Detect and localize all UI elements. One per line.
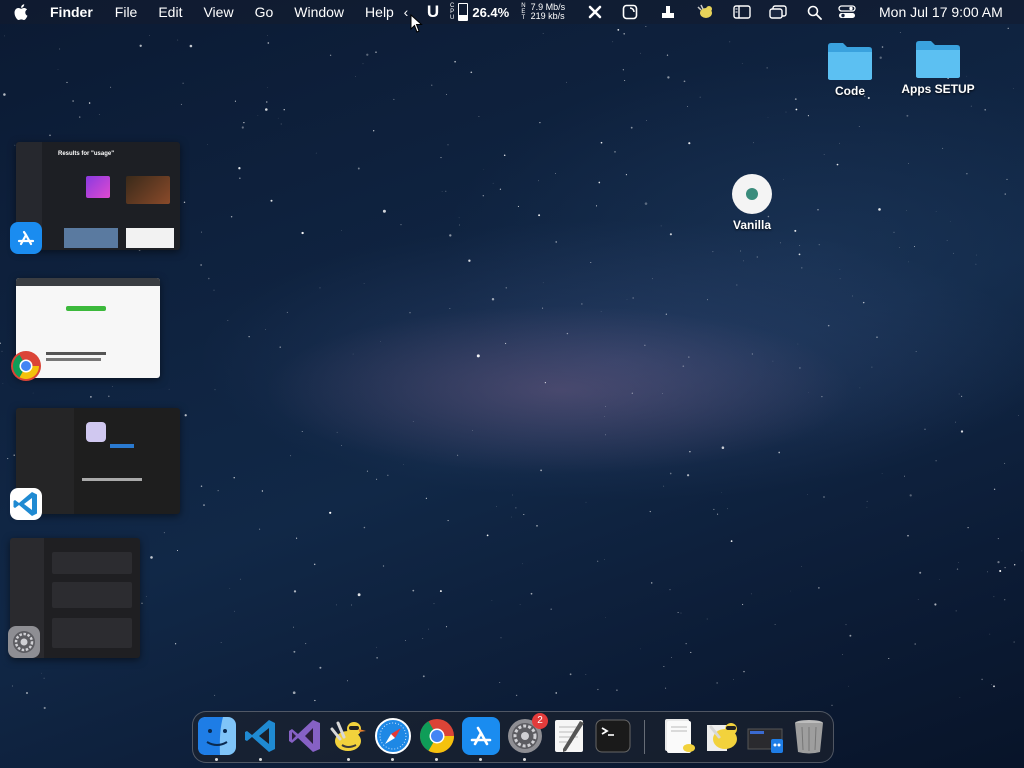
- menu-help[interactable]: Help: [365, 4, 394, 20]
- finder-icon: [198, 717, 236, 755]
- dock-vscode[interactable]: [242, 717, 280, 755]
- vscode-icon: [10, 488, 42, 520]
- menu-go[interactable]: Go: [255, 4, 274, 20]
- system-settings-icon: [8, 626, 40, 658]
- running-indicator: [347, 758, 350, 761]
- running-indicator: [435, 758, 438, 761]
- cpu-label: C P U: [450, 3, 454, 21]
- app-store-icon: [462, 717, 500, 755]
- desktop-icon-label: Vanilla: [732, 218, 772, 232]
- menu-app-name[interactable]: Finder: [50, 4, 93, 20]
- visual-studio-icon: [289, 720, 320, 752]
- dock-chrome[interactable]: [418, 717, 456, 755]
- dock-finder[interactable]: [198, 717, 236, 755]
- vscode-icon: [245, 720, 275, 752]
- desktop-icon-label: Apps SETUP: [901, 82, 975, 96]
- running-indicator: [215, 758, 218, 761]
- dock-system-settings[interactable]: 2: [506, 713, 548, 755]
- network-stats[interactable]: 7.9 Mb/s 219 kb/s: [531, 3, 566, 21]
- cpu-meter-icon[interactable]: [458, 3, 469, 21]
- trash-icon: [795, 720, 823, 754]
- net-label-t: T: [521, 15, 526, 21]
- dock-document-stack[interactable]: [659, 717, 697, 755]
- stamp-icon[interactable]: [658, 4, 678, 20]
- stage-manager-chrome[interactable]: [10, 276, 162, 386]
- desktop-app-vanilla[interactable]: Vanilla: [722, 172, 782, 232]
- folder-icon: [828, 43, 872, 80]
- control-center-icon[interactable]: [836, 5, 858, 19]
- cpu-label-u: U: [450, 15, 455, 21]
- stage-manager-icon[interactable]: [768, 5, 788, 19]
- vanilla-app-icon: [732, 174, 772, 214]
- dock-separator: [644, 720, 645, 754]
- desktop-icon-label: Code: [835, 84, 865, 98]
- dock-terminal[interactable]: [594, 717, 632, 755]
- cyberduck-menubar-icon[interactable]: [696, 4, 716, 20]
- running-indicator: [391, 758, 394, 761]
- cyberduck-icon: [330, 721, 366, 751]
- dock-visual-studio[interactable]: [286, 717, 324, 755]
- thumbnail-title: Results for "usage": [58, 151, 115, 157]
- running-indicator: [523, 758, 526, 761]
- spotlight-search-icon[interactable]: [804, 5, 824, 20]
- running-indicator: [259, 758, 262, 761]
- tools-icon[interactable]: [585, 4, 605, 20]
- apple-menu-icon[interactable]: [14, 4, 36, 20]
- screenshot-stack-icon: [747, 728, 783, 753]
- dock-textedit[interactable]: [550, 717, 588, 755]
- dock-screenshot-stack[interactable]: [747, 717, 785, 755]
- folder-icon: [916, 41, 960, 78]
- menu-edit[interactable]: Edit: [158, 4, 182, 20]
- net-label: N E T: [521, 3, 525, 21]
- dock-safari[interactable]: [374, 717, 412, 755]
- dock-trash[interactable]: [790, 717, 828, 755]
- dock-cyberduck[interactable]: [330, 717, 368, 755]
- dock-app-store[interactable]: [462, 717, 500, 755]
- chrome-icon: [11, 351, 41, 381]
- beekeeper-icon: [707, 723, 737, 751]
- sidebar-list-icon[interactable]: [732, 5, 752, 19]
- menubar-clock[interactable]: Mon Jul 17 9:00 AM: [879, 0, 1003, 24]
- menu-file[interactable]: File: [115, 4, 138, 20]
- stage-manager-app-store[interactable]: Results for "usage": [10, 140, 180, 255]
- dock: 2: [192, 711, 834, 763]
- mouse-cursor-icon: [410, 14, 423, 33]
- desktop-folder-apps-setup[interactable]: Apps SETUP: [897, 38, 979, 96]
- menu-window[interactable]: Window: [294, 4, 344, 20]
- chrome-icon: [420, 719, 454, 753]
- stage-manager-vscode[interactable]: [10, 406, 182, 521]
- dock-beekeeper[interactable]: [703, 717, 741, 755]
- desktop-folder-code[interactable]: Code: [820, 40, 880, 98]
- running-indicator: [479, 758, 482, 761]
- notification-badge: 2: [532, 713, 548, 729]
- menu-view[interactable]: View: [203, 4, 233, 20]
- screen-record-icon[interactable]: [620, 4, 640, 20]
- net-download: 219 kb/s: [530, 11, 565, 21]
- cpu-percent[interactable]: 26.4%: [472, 5, 509, 20]
- safari-icon: [375, 718, 411, 754]
- menu-bar: Finder File Edit View Go Window Help ‹ U…: [0, 0, 1024, 24]
- textedit-icon: [555, 720, 584, 752]
- stage-manager-system-settings[interactable]: [6, 536, 140, 662]
- document-stack-icon: [665, 719, 695, 753]
- terminal-icon: [595, 719, 631, 753]
- app-store-icon: [10, 222, 42, 254]
